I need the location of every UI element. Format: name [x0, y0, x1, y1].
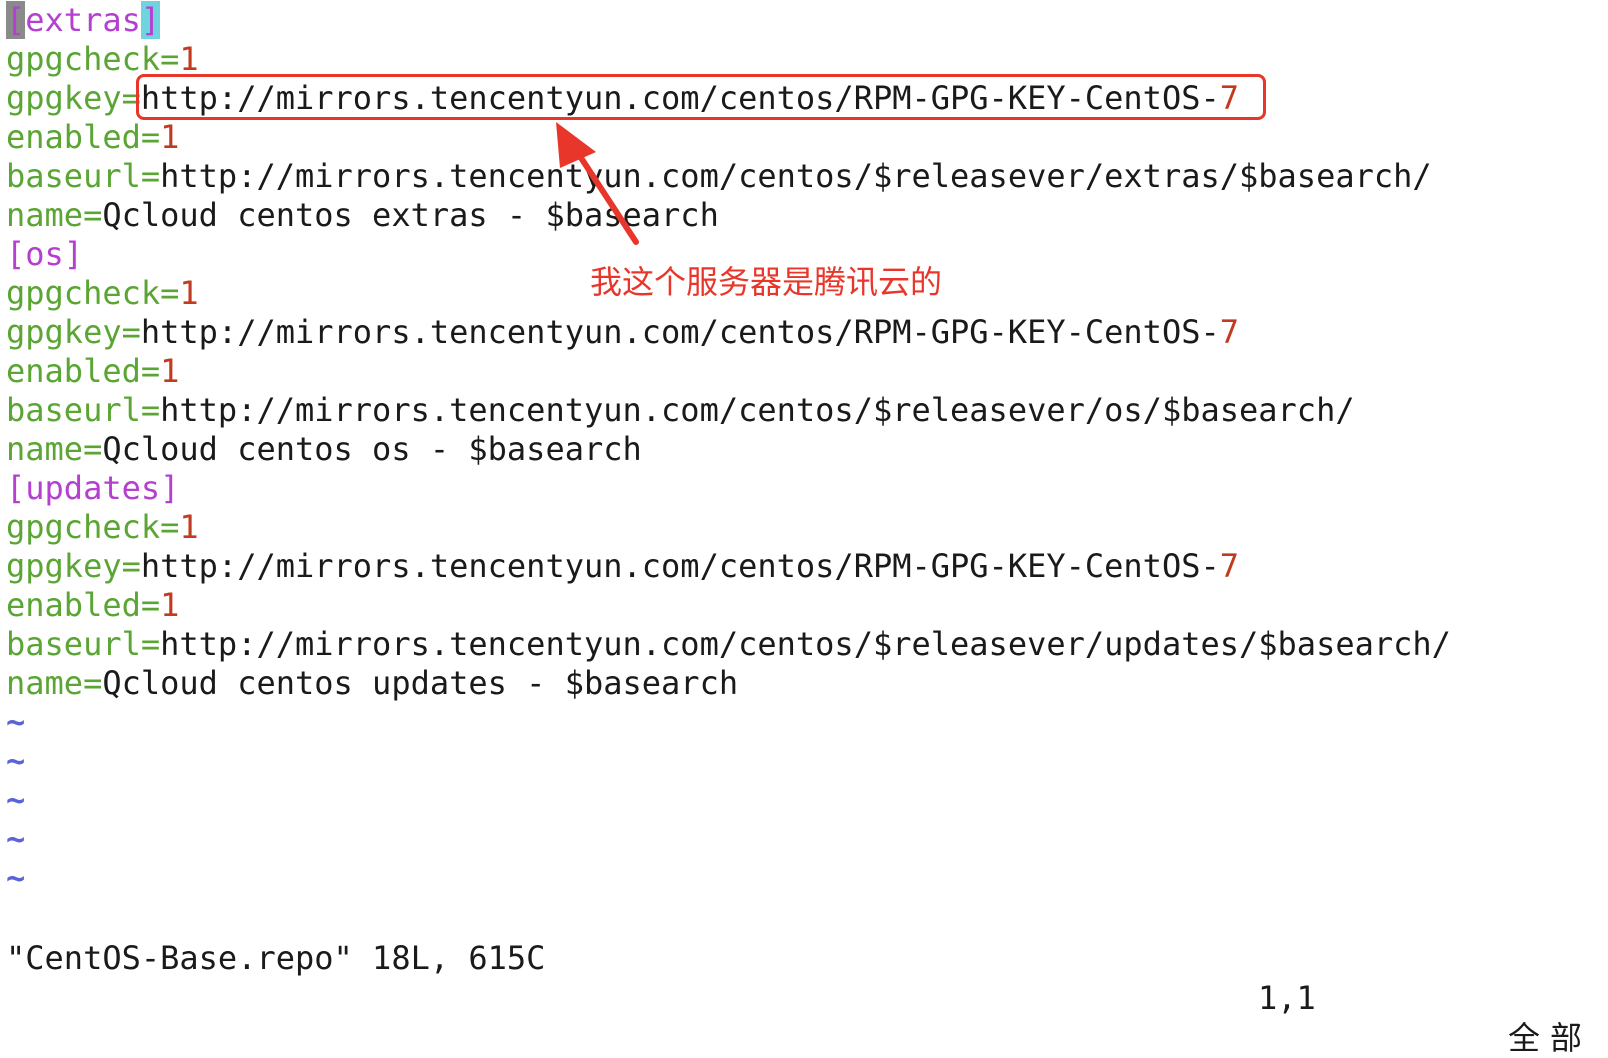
config-value: Qcloud centos extras - $basearch	[102, 196, 719, 234]
editor-line[interactable]: baseurl=http://mirrors.tencentyun.com/ce…	[6, 390, 1355, 430]
editor-line[interactable]: name=Qcloud centos updates - $basearch	[6, 663, 738, 703]
config-key: enabled=	[6, 586, 161, 624]
status-scroll-indicator: 全部	[1508, 1019, 1593, 1057]
config-key: gpgkey=	[6, 547, 141, 585]
config-key: baseurl=	[6, 391, 161, 429]
config-number: 1	[179, 274, 199, 312]
editor-line[interactable]: name=Qcloud centos os - $basearch	[6, 429, 642, 469]
config-key: name=	[6, 664, 103, 702]
editor-line[interactable]: [extras]	[6, 0, 161, 40]
config-key: gpgcheck=	[6, 274, 180, 312]
empty-line-marker: ~	[6, 703, 26, 741]
section-header: extras	[25, 1, 141, 39]
config-number: 7	[1219, 313, 1239, 351]
config-key: gpgcheck=	[6, 508, 180, 546]
empty-line-marker: ~	[6, 781, 26, 819]
vim-editor[interactable]: [extras] gpgcheck=1 gpgkey=http://mirrors.…	[0, 0, 1608, 962]
editor-line[interactable]: gpgcheck=1	[6, 507, 199, 547]
config-value: Qcloud centos os - $basearch	[102, 430, 642, 468]
editor-line[interactable]: gpgcheck=1	[6, 39, 199, 79]
config-value: http://mirrors.tencentyun.com/centos/$re…	[160, 625, 1451, 663]
config-number: 1	[179, 40, 199, 78]
vim-status-line: "CentOS-Base.repo" 18L, 615C 1,1 全部	[0, 898, 1608, 1057]
editor-line[interactable]: enabled=1	[6, 117, 179, 157]
empty-line-marker: ~	[6, 742, 26, 780]
editor-line[interactable]: [os]	[6, 234, 83, 274]
config-number: 1	[179, 508, 199, 546]
config-value: Qcloud centos updates - $basearch	[102, 664, 739, 702]
section-header: [	[6, 1, 26, 39]
editor-line[interactable]: [updates]	[6, 468, 179, 508]
config-key: name=	[6, 430, 103, 468]
section-header: ]	[140, 1, 161, 39]
config-value: http://mirrors.tencentyun.com/centos/RPM…	[140, 313, 1220, 351]
config-key: baseurl=	[6, 157, 161, 195]
editor-line[interactable]: gpgkey=http://mirrors.tencentyun.com/cen…	[6, 546, 1239, 586]
config-key: gpgcheck=	[6, 40, 180, 78]
editor-line[interactable]: enabled=1	[6, 351, 179, 391]
config-key: gpgkey=	[6, 313, 141, 351]
config-value: http://mirrors.tencentyun.com/centos/RPM…	[140, 547, 1220, 585]
config-number: 1	[160, 118, 180, 156]
config-key: enabled=	[6, 352, 161, 390]
annotation-highlight-box	[136, 74, 1266, 120]
section-header: [updates]	[6, 469, 180, 507]
config-number: 7	[1219, 547, 1239, 585]
config-key: gpgkey=	[6, 79, 141, 117]
config-number: 1	[160, 586, 180, 624]
editor-line[interactable]: baseurl=http://mirrors.tencentyun.com/ce…	[6, 156, 1432, 196]
editor-line[interactable]: baseurl=http://mirrors.tencentyun.com/ce…	[6, 624, 1451, 664]
config-number: 1	[160, 352, 180, 390]
config-value: http://mirrors.tencentyun.com/centos/$re…	[160, 391, 1355, 429]
config-key: baseurl=	[6, 625, 161, 663]
annotation-text: 我这个服务器是腾讯云的	[590, 263, 943, 301]
status-file-info: "CentOS-Base.repo" 18L, 615C	[6, 939, 546, 977]
config-key: enabled=	[6, 118, 161, 156]
editor-line[interactable]: name=Qcloud centos extras - $basearch	[6, 195, 719, 235]
editor-line[interactable]: gpgkey=http://mirrors.tencentyun.com/cen…	[6, 312, 1239, 352]
editor-line[interactable]: enabled=1	[6, 585, 179, 625]
editor-line[interactable]: gpgcheck=1	[6, 273, 199, 313]
status-cursor-position: 1,1	[1258, 979, 1316, 1017]
empty-line-marker: ~	[6, 820, 26, 858]
empty-line-marker: ~	[6, 859, 26, 897]
section-header: [os]	[6, 235, 84, 273]
config-value: http://mirrors.tencentyun.com/centos/$re…	[160, 157, 1432, 195]
config-key: name=	[6, 196, 103, 234]
